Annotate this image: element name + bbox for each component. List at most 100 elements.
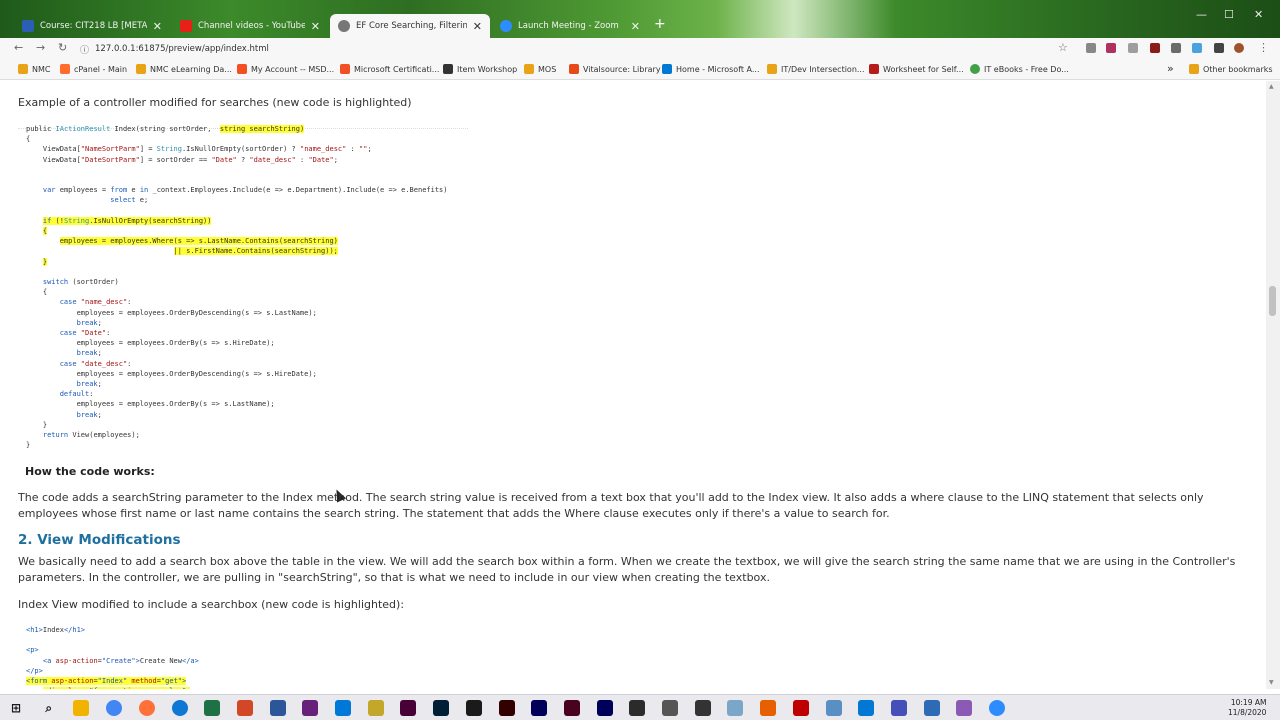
bookmark-label: IT/Dev Intersection... [781, 64, 865, 74]
section-heading: 2. View Modifications [18, 532, 181, 548]
puzzle-icon[interactable] [1214, 43, 1224, 53]
app-dark-icon[interactable] [694, 700, 711, 716]
bookmark-item[interactable]: Home - Microsoft A... [662, 64, 760, 74]
tab-zoom[interactable]: Launch Meeting - Zoom ✕ [492, 14, 648, 38]
illustrator-icon[interactable] [498, 700, 515, 716]
bookmark-label: IT eBooks - Free Do... [984, 64, 1069, 74]
acrobat-icon[interactable] [629, 700, 646, 716]
forward-arrow-icon[interactable]: → [36, 41, 45, 54]
vitalsource-icon [569, 64, 579, 74]
address-bar[interactable]: ⓘ 127.0.0.1:61875/preview/app/index.html [80, 40, 1075, 58]
visual-studio-icon[interactable] [302, 700, 319, 716]
folder-icon [136, 64, 146, 74]
bookmark-item[interactable]: My Account -- MSD... [237, 64, 334, 74]
reload-icon[interactable]: ↻ [58, 41, 67, 54]
workshop-icon [443, 64, 453, 74]
app-circle-icon[interactable] [662, 700, 678, 716]
controller-intro-text: Example of a controller modified for sea… [18, 96, 412, 109]
minimize-button[interactable]: — [1196, 8, 1207, 21]
title-bar: Course: CIT218 LB [META 2101] ✕ Channel … [0, 0, 1280, 38]
tab-ef-core[interactable]: EF Core Searching, Filtering, Pag ✕ [330, 14, 490, 38]
bookmark-label: Other bookmarks [1203, 64, 1273, 74]
extension-icon[interactable] [1192, 43, 1202, 53]
bookmark-item[interactable]: Item Workshop [443, 64, 517, 74]
animate-icon[interactable] [531, 700, 548, 716]
close-icon[interactable]: ✕ [153, 20, 162, 33]
folder-icon [18, 64, 28, 74]
close-window-button[interactable]: ✕ [1254, 8, 1263, 21]
photoshop-icon[interactable] [433, 700, 450, 716]
extension-icon[interactable] [1150, 43, 1160, 53]
word-icon[interactable] [269, 700, 286, 716]
extension-icon[interactable] [1106, 43, 1116, 53]
bookmark-item[interactable]: NMC eLearning Da... [136, 64, 232, 74]
start-icon[interactable]: ⊞ [8, 700, 24, 716]
excel-icon[interactable] [204, 700, 221, 716]
bookmark-item[interactable]: Microsoft Certificati... [340, 64, 439, 74]
how-heading: How the code works: [25, 465, 155, 478]
bookmark-item[interactable]: IT/Dev Intersection... [767, 64, 865, 74]
system-clock[interactable]: 10:19 AM 11/8/2020 [1228, 698, 1266, 718]
maximize-button[interactable]: ☐ [1224, 8, 1234, 21]
worksheet-icon [869, 64, 879, 74]
app-purple-icon[interactable] [956, 700, 973, 716]
powerpoint-icon[interactable] [236, 700, 253, 716]
search-icon[interactable]: ⌕ [41, 700, 57, 716]
bookmark-label: My Account -- MSD... [251, 64, 335, 74]
new-tab-button[interactable]: + [654, 16, 666, 32]
close-icon[interactable]: ✕ [473, 20, 482, 33]
bookmark-label: Home - Microsoft A... [676, 64, 760, 74]
bookmark-item[interactable]: IT eBooks - Free Do... [970, 64, 1069, 74]
firefox-icon[interactable] [138, 700, 155, 716]
microsoft-icon [340, 64, 350, 74]
youtube-icon [180, 20, 192, 32]
extension-icon[interactable] [1128, 43, 1138, 53]
info-icon[interactable]: ⓘ [80, 43, 89, 56]
bookmark-item[interactable]: Worksheet for Self... [869, 64, 964, 74]
extension-icon[interactable] [1171, 43, 1181, 53]
vscode-icon[interactable] [335, 700, 351, 716]
bookmark-star-icon[interactable]: ☆ [1058, 41, 1068, 54]
other-bookmarks-folder[interactable]: Other bookmarks [1189, 64, 1273, 74]
more-bookmarks-button[interactable]: » [1167, 62, 1174, 75]
microsoft-icon [237, 64, 247, 74]
tab-course[interactable]: Course: CIT218 LB [META 2101] ✕ [14, 14, 170, 38]
edge-icon[interactable] [171, 700, 188, 716]
scrollbar-thumb[interactable] [1269, 286, 1276, 316]
folder-icon [524, 64, 534, 74]
app-globe-icon[interactable] [858, 700, 875, 716]
bookmark-label: Item Workshop [457, 64, 518, 74]
filezilla-icon[interactable] [792, 700, 809, 716]
app-note-icon[interactable] [825, 700, 842, 716]
bookmark-item[interactable]: NMC [18, 64, 50, 74]
tab-label: Launch Meeting - Zoom [518, 21, 619, 31]
bookmark-item[interactable]: MOS [524, 64, 556, 74]
bookmark-item[interactable]: Vitalsource: Library [569, 64, 661, 74]
app-firefox-dev-icon[interactable] [760, 700, 777, 716]
avatar[interactable] [1234, 43, 1244, 53]
app-blue-icon[interactable] [727, 700, 744, 716]
bookmark-item[interactable]: cPanel - Main [60, 64, 127, 74]
acrobat-dc-icon[interactable] [596, 700, 613, 716]
chrome-icon[interactable] [106, 700, 123, 716]
page-scrollbar[interactable]: ▲ ▼ [1266, 81, 1280, 689]
bookmarks-bar: NMC cPanel - Main NMC eLearning Da... My… [0, 60, 1280, 80]
explorer-icon[interactable] [73, 700, 90, 716]
close-icon[interactable]: ✕ [631, 20, 640, 33]
close-icon[interactable]: ✕ [311, 20, 320, 33]
clock-date: 11/8/2020 [1228, 708, 1267, 717]
dreamweaver-icon[interactable] [400, 700, 417, 716]
extension-icon[interactable] [1086, 43, 1096, 53]
app-headset-icon[interactable] [923, 700, 940, 716]
tab-youtube[interactable]: Channel videos - YouTube Studio ✕ [172, 14, 328, 38]
tab-label: EF Core Searching, Filtering, Pag [356, 21, 467, 31]
zoom-icon[interactable] [989, 700, 1005, 716]
bridge-icon[interactable] [465, 700, 482, 716]
app-yellow-icon[interactable] [367, 700, 384, 716]
indesign-icon[interactable] [563, 700, 580, 716]
teams-icon[interactable] [890, 700, 907, 716]
scroll-down-icon[interactable]: ▼ [1269, 679, 1274, 686]
menu-dots-icon[interactable]: ⋮ [1258, 41, 1269, 54]
scroll-up-icon[interactable]: ▲ [1269, 83, 1274, 90]
back-arrow-icon[interactable]: ← [14, 41, 23, 54]
